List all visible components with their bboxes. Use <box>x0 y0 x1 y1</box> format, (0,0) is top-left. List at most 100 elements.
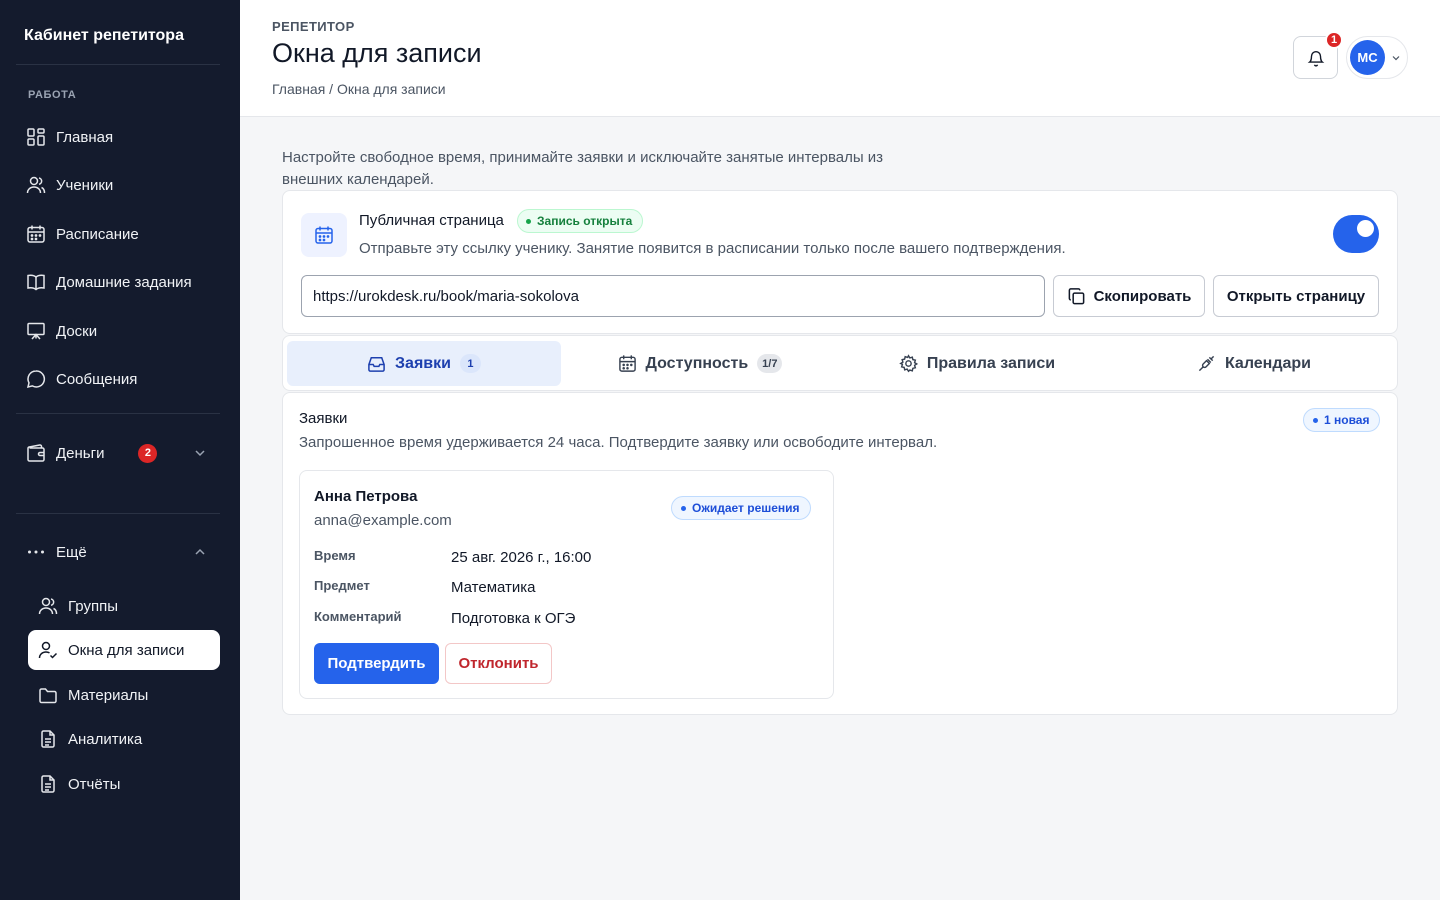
sidebar-item-label: Материалы <box>68 686 149 704</box>
calendar-icon <box>618 355 636 372</box>
copy-icon <box>1068 287 1084 304</box>
inbox-icon <box>368 357 385 372</box>
sidebar-item-label: Ещё <box>56 543 87 561</box>
new-requests-label: 1 новая <box>1324 413 1370 427</box>
sidebar-item-home[interactable]: Главная <box>16 117 220 157</box>
requests-title: Заявки <box>299 410 348 427</box>
tab-count: 1/7 <box>757 354 783 373</box>
sidebar-item-label: Аналитика <box>68 730 143 748</box>
sidebar-item-more[interactable]: Ещё <box>16 532 220 572</box>
field-label-time: Время <box>314 548 356 563</box>
field-label-comment: Комментарий <box>314 609 402 624</box>
status-dot <box>526 218 531 224</box>
open-page-button[interactable]: Открыть страницу <box>1213 275 1379 317</box>
wallet-icon <box>26 443 46 463</box>
confirm-button[interactable]: Подтвердить <box>314 643 439 684</box>
sidebar-item-label: Сообщения <box>56 370 138 388</box>
requests-description: Запрошенное время удерживается 24 часа. … <box>299 434 938 451</box>
public-page-card: Публичная страница Запись открыта Отправ… <box>282 190 1398 334</box>
sidebar: Кабинет репетитора РАБОТА Главная Ученик… <box>0 0 240 900</box>
tab-label: Заявки <box>395 354 451 372</box>
sidebar-item-materials[interactable]: Материалы <box>28 675 220 715</box>
student-name: Анна Петрова <box>314 488 418 505</box>
sidebar-item-booking-slots[interactable]: Окна для записи <box>28 630 220 670</box>
new-requests-badge: 1 новая <box>1303 408 1381 432</box>
sidebar-item-reports[interactable]: Отчёты <box>28 764 220 804</box>
field-label-subject: Предмет <box>314 578 370 593</box>
page-title: Окна для записи <box>272 38 482 68</box>
sidebar-item-label: Окна для записи <box>68 641 185 659</box>
user-check-icon <box>38 640 58 660</box>
public-url-input[interactable] <box>301 275 1045 317</box>
field-value-time: 25 авг. 2026 г., 16:00 <box>451 549 592 566</box>
user-menu-button[interactable]: МС <box>1346 36 1408 79</box>
sidebar-item-messages[interactable]: Сообщения <box>16 359 220 399</box>
tab-label: Доступность <box>645 354 749 372</box>
request-item: Анна Петрова anna@example.com Ожидает ре… <box>299 470 834 699</box>
sidebar-item-money[interactable]: Деньги 2 <box>16 433 220 473</box>
reject-button[interactable]: Отклонить <box>445 643 552 684</box>
tab-label: Календари <box>1224 354 1312 372</box>
toggle-knob <box>1357 220 1374 237</box>
status-badge: Запись открыта <box>517 209 644 233</box>
sidebar-divider <box>16 64 220 65</box>
booking-toggle[interactable] <box>1333 215 1379 253</box>
sidebar-item-label: Главная <box>56 128 114 146</box>
tab-count: 1 <box>459 354 481 373</box>
chevron-up-icon[interactable] <box>192 544 208 560</box>
status-dot <box>681 505 686 511</box>
status-badge-label: Запись открыта <box>537 214 633 228</box>
copy-button-label: Скопировать <box>1093 287 1192 305</box>
book-icon <box>26 272 46 292</box>
more-icon <box>26 542 46 562</box>
sidebar-item-schedule[interactable]: Расписание <box>16 214 220 254</box>
sidebar-item-label: Расписание <box>56 225 139 243</box>
brand-title: Кабинет репетитора <box>24 27 184 44</box>
notifications-badge: 1 <box>1325 31 1343 49</box>
page-intro: Настройте свободное время, принимайте за… <box>282 149 884 188</box>
chat-icon <box>26 369 46 389</box>
public-page-title: Публичная страница <box>359 212 504 229</box>
request-status-badge: Ожидает решения <box>671 496 811 520</box>
document-icon <box>38 774 58 794</box>
public-page-description: Отправьте эту ссылку ученику. Занятие по… <box>359 240 1066 257</box>
avatar: МС <box>1350 40 1385 75</box>
sidebar-item-groups[interactable]: Группы <box>28 586 220 626</box>
sidebar-divider <box>16 413 220 414</box>
page-header: РЕПЕТИТОР Окна для записи Главная / Окна… <box>240 0 1440 117</box>
breadcrumb[interactable]: Главная / Окна для записи <box>272 81 446 97</box>
tab-label: Правила записи <box>926 354 1056 372</box>
request-status-label: Ожидает решения <box>692 501 800 515</box>
tab-availability[interactable]: Доступность 1/7 <box>563 341 837 386</box>
sidebar-item-label: Группы <box>68 597 118 615</box>
calendar-icon <box>301 213 347 257</box>
gear-icon <box>899 354 918 373</box>
status-dot <box>1313 417 1318 423</box>
sidebar-item-label: Ученики <box>56 176 114 194</box>
sidebar-divider <box>16 513 220 514</box>
student-email: anna@example.com <box>314 512 452 529</box>
copy-button[interactable]: Скопировать <box>1053 275 1205 317</box>
tab-requests[interactable]: Заявки 1 <box>287 341 561 386</box>
sidebar-item-label: Доски <box>56 322 98 340</box>
sidebar-item-students[interactable]: Ученики <box>16 165 220 205</box>
sidebar-item-label: Отчёты <box>68 775 121 793</box>
dashboard-icon <box>26 127 46 147</box>
sidebar-item-label: Домашние задания <box>56 273 192 291</box>
board-icon <box>26 321 46 341</box>
users-icon <box>38 596 58 616</box>
sidebar-item-analytics[interactable]: Аналитика <box>28 719 220 759</box>
plug-icon <box>1198 355 1215 372</box>
bell-icon <box>1307 50 1324 66</box>
page-eyebrow: РЕПЕТИТОР <box>272 19 355 34</box>
sidebar-item-homework[interactable]: Домашние задания <box>16 262 220 302</box>
chevron-down-icon <box>1392 55 1400 60</box>
users-icon <box>26 175 46 195</box>
sidebar-section-label: РАБОТА <box>28 89 77 101</box>
chevron-down-icon[interactable] <box>192 445 208 461</box>
sidebar-item-boards[interactable]: Доски <box>16 311 220 351</box>
money-badge: 2 <box>138 443 158 463</box>
requests-panel: Заявки Запрошенное время удерживается 24… <box>282 392 1398 715</box>
tab-calendars[interactable]: Календари <box>1117 341 1391 386</box>
tab-booking-rules[interactable]: Правила записи <box>840 341 1114 386</box>
